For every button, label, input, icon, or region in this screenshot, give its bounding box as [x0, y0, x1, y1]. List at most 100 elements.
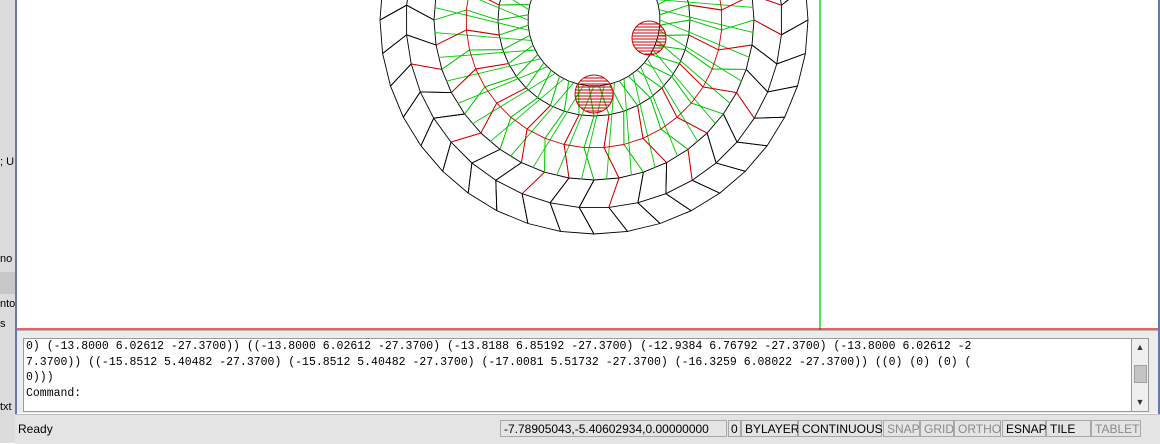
mesh-edge	[752, 0, 781, 5]
scroll-thumb[interactable]	[1134, 365, 1147, 383]
mesh-edge	[719, 45, 753, 50]
mesh-edge	[468, 163, 472, 193]
left-side-panel: ; U no l nto s txt	[0, 0, 16, 443]
mesh-edge	[383, 35, 407, 54]
mesh-edge	[451, 142, 472, 163]
mesh-edge	[380, 5, 407, 20]
esnap-toggle[interactable]: ESNAP	[1002, 420, 1046, 437]
mesh-edge	[521, 129, 527, 163]
mesh-edge	[528, 224, 561, 232]
mesh-edge	[421, 146, 443, 172]
mesh-edge	[579, 207, 594, 234]
mesh-edge	[719, 30, 722, 50]
mesh-edge	[685, 50, 712, 69]
mesh-edge	[768, 86, 798, 92]
mesh-edge	[781, 0, 805, 5]
command-line-1: 0) (-13.8000 6.02612 -27.3700)) ((-13.80…	[24, 339, 1132, 355]
mesh-edge	[380, 0, 383, 20]
mesh-edge	[476, 69, 485, 87]
mesh-edge	[691, 87, 703, 103]
command-line-3: 0)))	[24, 370, 1132, 386]
command-prompt[interactable]: Command:	[24, 386, 1132, 402]
mesh-edge	[550, 203, 579, 208]
mesh-edge	[407, 35, 436, 45]
mesh-edge	[662, 76, 672, 88]
mesh-edge	[522, 194, 528, 224]
tablet-toggle[interactable]: TABLET	[1091, 420, 1141, 437]
mesh-edge	[666, 180, 692, 193]
mesh-edge	[637, 70, 662, 88]
mesh-edge	[533, 85, 584, 168]
mesh-edge	[660, 20, 690, 25]
mesh-edge	[716, 142, 737, 163]
mesh-edge	[703, 87, 737, 93]
mesh-edge	[458, 67, 548, 104]
mesh-edge	[498, 20, 499, 35]
mesh-edge	[659, 10, 753, 33]
mesh-edge	[777, 54, 806, 64]
ortho-toggle[interactable]: ORTHO	[954, 420, 1001, 437]
mesh-edge	[638, 194, 666, 203]
left-panel-text-1: ; U	[0, 156, 14, 168]
mesh-edge	[481, 103, 497, 133]
mesh-edge	[643, 138, 667, 162]
command-history[interactable]: 0) (-13.8000 6.02612 -27.3700)) ((-13.80…	[23, 338, 1133, 412]
status-bar: Ready -7.78905043,-5.40602934,0.00000000…	[15, 414, 1160, 444]
mesh-edge	[503, 35, 530, 49]
color-field[interactable]: BYLAYER	[741, 420, 798, 437]
mesh-edge	[752, 45, 777, 64]
mesh-edge	[720, 171, 746, 193]
command-scrollbar[interactable]: ▲ ▼	[1131, 338, 1149, 412]
mesh-edge	[436, 30, 466, 45]
linetype-field[interactable]: CONTINUOUS	[798, 420, 882, 437]
mesh-edge	[641, 67, 678, 157]
mesh-edge	[530, 0, 533, 5]
mesh-edge	[746, 69, 768, 92]
mesh-edge	[496, 163, 522, 181]
mesh-edge	[629, 70, 637, 76]
mesh-edge	[672, 64, 680, 77]
mesh-edge	[496, 180, 497, 210]
mesh-edge	[383, 54, 391, 87]
snap-toggle[interactable]: SNAP	[883, 420, 920, 437]
mesh-edge	[527, 106, 550, 130]
layer-field[interactable]: 0	[728, 420, 741, 437]
mesh-edge	[564, 145, 584, 148]
scroll-down-icon[interactable]: ▼	[1132, 394, 1148, 410]
mesh-hole	[632, 21, 666, 55]
mesh-edge	[660, 211, 691, 224]
mesh-edge	[442, 50, 470, 70]
mesh-edge	[691, 103, 723, 114]
mesh-edge	[443, 142, 451, 171]
mesh-edge	[550, 178, 569, 203]
mesh-edge	[407, 5, 434, 20]
drawing-viewport[interactable]	[17, 0, 1158, 330]
mesh-edge	[737, 118, 754, 142]
mesh-edge	[609, 111, 624, 115]
scroll-up-icon[interactable]: ▲	[1132, 339, 1148, 355]
tile-toggle[interactable]: TILE	[1046, 420, 1091, 437]
mesh-edge	[690, 20, 722, 30]
mesh-edge	[561, 231, 595, 234]
mesh-edge	[420, 92, 433, 118]
mesh-edge	[680, 50, 686, 64]
mesh-edge	[499, 0, 503, 5]
mesh-edge	[443, 171, 469, 193]
mesh-edge	[403, 92, 420, 117]
mesh-edge	[550, 203, 560, 232]
mesh-edge	[604, 148, 619, 178]
grid-toggle[interactable]: GRID	[920, 420, 954, 437]
mesh-edge	[522, 194, 550, 203]
mesh-edge	[472, 149, 500, 163]
cad-canvas[interactable]	[17, 0, 1158, 330]
mesh-edge	[438, 50, 535, 57]
mesh-edge	[692, 180, 720, 193]
left-panel-highlight	[0, 272, 15, 294]
mesh-edge	[662, 88, 677, 117]
mesh-edge	[661, 117, 677, 129]
mesh-edge	[737, 142, 767, 146]
mesh-edge	[499, 35, 503, 50]
mesh-red-edges	[411, 0, 781, 207]
mesh-edge	[689, 5, 722, 10]
mesh-edge	[466, 30, 469, 50]
